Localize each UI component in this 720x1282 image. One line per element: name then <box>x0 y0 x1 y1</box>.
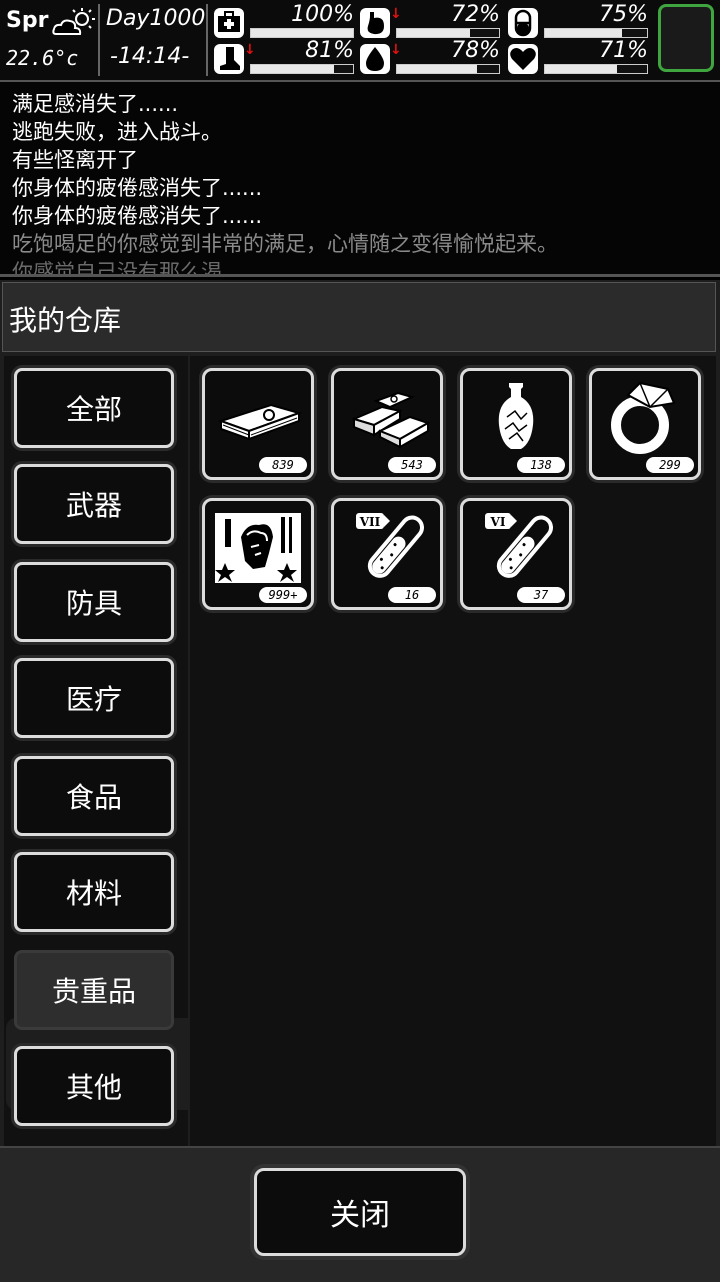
vase-icon <box>498 383 534 449</box>
pill-icon <box>508 8 538 38</box>
item-slot[interactable]: 999+ <box>202 498 314 610</box>
medkit-icon <box>214 8 244 38</box>
stat-bar <box>544 28 648 38</box>
stat-bar-fill <box>397 29 471 37</box>
divider <box>98 4 100 76</box>
stat-bar-fill <box>545 65 618 73</box>
item-count: 543 <box>388 457 436 473</box>
cash-stack-icon <box>217 403 303 441</box>
trend-down-icon: ↓ <box>244 42 256 58</box>
item-count: 16 <box>388 587 436 603</box>
category-food[interactable]: 食品 <box>14 756 174 836</box>
category-medical[interactable]: 医疗 <box>14 658 174 738</box>
category-other[interactable]: 其他 <box>14 1046 174 1126</box>
diamond-ring-icon <box>611 381 676 454</box>
category-armor[interactable]: 防具 <box>14 562 174 642</box>
log-line: 有些怪离开了 <box>12 148 138 172</box>
log-line: 吃饱喝足的你感觉到非常的满足，心情随之变得愉悦起来。 <box>12 232 558 256</box>
test-tube-vi-icon: VI <box>485 513 553 578</box>
category-all[interactable]: 全部 <box>14 368 174 448</box>
category-weapons[interactable]: 武器 <box>14 464 174 544</box>
item-count: 299 <box>646 457 694 473</box>
gold-bars-icon <box>351 391 431 449</box>
item-grid: 839 543 138 299 999+ VII 16 VI 37 <box>190 356 716 1146</box>
message-log[interactable]: 满足感消失了...... 逃跑失败，进入战斗。 有些怪离开了 你身体的疲倦感消失… <box>0 82 720 277</box>
heart-icon <box>508 44 538 74</box>
log-line: 你身体的疲倦感消失了...... <box>12 176 263 200</box>
category-valuables[interactable]: 贵重品 <box>14 950 174 1030</box>
stat-value: 81% <box>305 38 354 63</box>
stat-value: 75% <box>599 2 648 27</box>
tube-grade-label: VI <box>490 515 506 529</box>
stat-hunger: ↓ 72% <box>360 2 500 40</box>
stat-value: 100% <box>291 2 354 27</box>
stat-thirst: ↓ 78% <box>360 38 500 76</box>
item-slot[interactable]: 543 <box>331 368 443 480</box>
log-line: 你身体的疲倦感消失了...... <box>12 204 263 228</box>
stat-value: 71% <box>599 38 648 63</box>
equipped-slot[interactable] <box>658 4 714 72</box>
stat-bar <box>544 64 648 74</box>
item-slot[interactable]: VII 16 <box>331 498 443 610</box>
day-counter: Day1000 <box>106 6 206 31</box>
stomach-icon <box>360 8 390 38</box>
bottom-bar: 关闭 <box>0 1146 720 1282</box>
stat-value: 78% <box>451 38 500 63</box>
item-slot[interactable]: VI 37 <box>460 498 572 610</box>
trend-down-icon: ↓ <box>390 6 402 22</box>
stat-bar-fill <box>251 65 334 73</box>
status-bar: Spr 22.6°c Day1000 -14:14- 100% ↓ 72% 75% ↓ 8… <box>0 0 720 82</box>
stat-bar <box>250 64 354 74</box>
page-title: 我的仓库 <box>9 304 122 337</box>
season-label: Spr <box>6 8 49 33</box>
stat-bar-fill <box>545 29 622 37</box>
warehouse-header: 我的仓库 <box>2 282 716 352</box>
divider <box>206 4 208 76</box>
item-slot[interactable]: 299 <box>589 368 701 480</box>
water-drop-icon <box>360 44 390 74</box>
log-line: 你感觉自己没有那么渴 <box>12 260 222 277</box>
stat-bar-fill <box>251 29 353 37</box>
item-count: 839 <box>259 457 307 473</box>
item-count: 999+ <box>259 587 307 603</box>
item-count: 138 <box>517 457 565 473</box>
category-materials[interactable]: 材料 <box>14 852 174 932</box>
log-line: 满足感消失了...... <box>12 92 179 116</box>
partly-cloudy-sun-icon <box>52 8 95 35</box>
close-button[interactable]: 关闭 <box>254 1168 466 1256</box>
temperature: 22.6°c <box>6 46 79 70</box>
stat-stamina: ↓ 81% <box>214 38 354 76</box>
stat-health: 100% <box>214 2 354 40</box>
item-slot[interactable]: 138 <box>460 368 572 480</box>
warehouse-panel: 我的仓库 全部 武器 防具 医疗 食品 材料 贵重品 其他 839 543 13… <box>0 280 720 1282</box>
tube-grade-label: VII <box>359 515 381 529</box>
stat-medicine: 75% <box>508 2 648 40</box>
item-slot[interactable]: 839 <box>202 368 314 480</box>
category-sidebar[interactable]: 全部 武器 防具 医疗 食品 材料 贵重品 其他 <box>4 356 188 1146</box>
leg-icon <box>214 44 244 74</box>
item-count: 37 <box>517 587 565 603</box>
stat-mood: 71% <box>508 38 648 76</box>
stat-bar <box>250 28 354 38</box>
trend-down-icon: ↓ <box>390 42 402 58</box>
zombie-card-icon <box>215 513 301 583</box>
game-clock: -14:14- <box>110 44 190 69</box>
stat-bar <box>396 64 500 74</box>
stat-bar-fill <box>397 65 477 73</box>
test-tube-vii-icon: VII <box>356 513 424 578</box>
log-line: 逃跑失败，进入战斗。 <box>12 120 222 144</box>
stat-value: 72% <box>451 2 500 27</box>
stat-bar <box>396 28 500 38</box>
